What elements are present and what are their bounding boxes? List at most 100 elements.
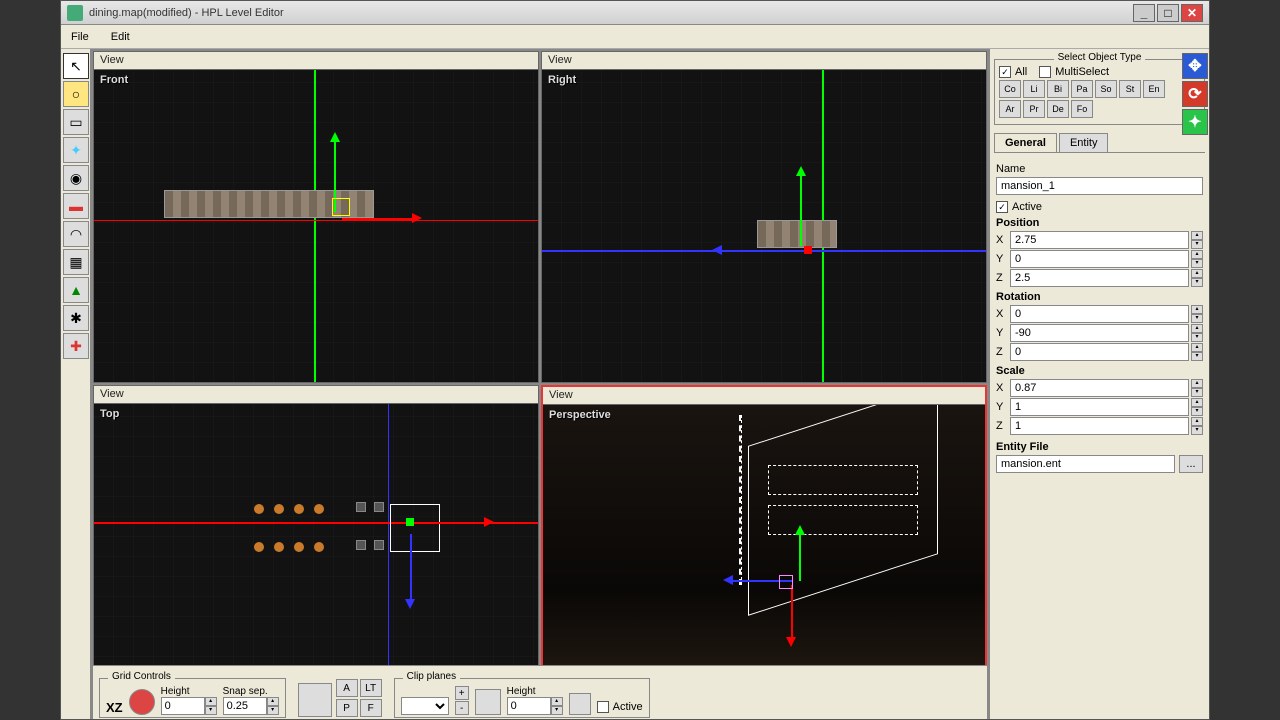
- focus-button[interactable]: [298, 683, 332, 717]
- viewport-header[interactable]: View: [543, 387, 985, 405]
- spin-down[interactable]: ▾: [1191, 352, 1203, 361]
- property-tabs: General Entity: [994, 133, 1205, 153]
- viewport-header[interactable]: View: [94, 52, 538, 70]
- toggle-f[interactable]: F: [360, 699, 382, 717]
- box-tool[interactable]: ▭: [63, 109, 89, 135]
- spin-up[interactable]: ▴: [1191, 398, 1203, 407]
- sound-tool[interactable]: ◉: [63, 165, 89, 191]
- scale-x[interactable]: [1010, 379, 1189, 397]
- spin-up[interactable]: ▴: [1191, 417, 1203, 426]
- rot-z[interactable]: [1010, 343, 1189, 361]
- window-title: dining.map(modified) - HPL Level Editor: [89, 7, 1133, 19]
- clip-plane-select[interactable]: [401, 697, 449, 715]
- browse-button[interactable]: ...: [1179, 455, 1203, 473]
- scale-y[interactable]: [1010, 398, 1189, 416]
- viewport-canvas-right[interactable]: Right: [542, 70, 986, 382]
- filter-li[interactable]: Li: [1023, 80, 1045, 98]
- tab-general[interactable]: General: [994, 133, 1057, 152]
- spin-up[interactable]: ▴: [1191, 324, 1203, 333]
- toggle-lt[interactable]: LT: [360, 679, 382, 697]
- tab-entity[interactable]: Entity: [1059, 133, 1109, 152]
- rot-y[interactable]: [1010, 324, 1189, 342]
- light-tool[interactable]: ○: [63, 81, 89, 107]
- general-panel: Name ✓ Active Position X▴▾ Y▴▾ Z▴▾ Rotat…: [994, 155, 1205, 477]
- clip-flip[interactable]: [569, 693, 591, 715]
- spin-down[interactable]: ▾: [1191, 426, 1203, 435]
- joint-tool[interactable]: ✱: [63, 305, 89, 331]
- clip-add[interactable]: +: [455, 686, 469, 700]
- filter-bi[interactable]: Bi: [1047, 80, 1069, 98]
- viewport-header[interactable]: View: [542, 52, 986, 70]
- select-tool[interactable]: ↖: [63, 53, 89, 79]
- filter-ar[interactable]: Ar: [999, 100, 1021, 118]
- viewport-canvas-front[interactable]: Front: [94, 70, 538, 382]
- pos-x[interactable]: [1010, 231, 1189, 249]
- toggle-a[interactable]: A: [336, 679, 358, 697]
- spin-up[interactable]: ▴: [1191, 379, 1203, 388]
- scale-z[interactable]: [1010, 417, 1189, 435]
- decal-tool[interactable]: ▬: [63, 193, 89, 219]
- close-button[interactable]: ✕: [1181, 4, 1203, 22]
- name-field[interactable]: [996, 177, 1203, 195]
- clip-height-field[interactable]: [507, 697, 551, 715]
- spin-up[interactable]: ▴: [1191, 250, 1203, 259]
- clip-planes-title: Clip planes: [403, 671, 460, 682]
- filter-co[interactable]: Co: [999, 80, 1021, 98]
- pos-y[interactable]: [1010, 250, 1189, 268]
- billboard-tool[interactable]: ▲: [63, 277, 89, 303]
- spin-up[interactable]: ▴: [1191, 231, 1203, 240]
- grid-plane-toggle[interactable]: XZ: [106, 700, 123, 715]
- spin-down[interactable]: ▾: [1191, 240, 1203, 249]
- rot-x[interactable]: [1010, 305, 1189, 323]
- grid-height-field[interactable]: [161, 697, 205, 715]
- menu-file[interactable]: File: [67, 29, 93, 45]
- viewport-right[interactable]: View Right: [541, 51, 987, 383]
- object-type-title: Select Object Type: [1054, 52, 1146, 63]
- toggle-p[interactable]: P: [336, 699, 358, 717]
- active-checkbox[interactable]: ✓: [996, 201, 1008, 213]
- transform-buttons: ✥ ⟳ ✦: [1182, 53, 1208, 135]
- spin-up[interactable]: ▴: [1191, 305, 1203, 314]
- filter-fo[interactable]: Fo: [1071, 100, 1093, 118]
- all-checkbox[interactable]: ✓: [999, 66, 1011, 78]
- multiselect-checkbox[interactable]: [1039, 66, 1051, 78]
- clip-remove[interactable]: -: [455, 701, 469, 715]
- menu-edit[interactable]: Edit: [107, 29, 134, 45]
- filter-pa[interactable]: Pa: [1071, 80, 1093, 98]
- minimize-button[interactable]: _: [1133, 4, 1155, 22]
- viewport-header[interactable]: View: [94, 386, 538, 404]
- grid-snap-field[interactable]: [223, 697, 267, 715]
- spin-down[interactable]: ▾: [1191, 333, 1203, 342]
- filter-pr[interactable]: Pr: [1023, 100, 1045, 118]
- spin-down[interactable]: ▾: [1191, 314, 1203, 323]
- grid-snap-toggle[interactable]: [129, 689, 155, 715]
- multiselect-label: MultiSelect: [1055, 66, 1109, 78]
- pos-z[interactable]: [1010, 269, 1189, 287]
- filter-so[interactable]: So: [1095, 80, 1117, 98]
- grid-controls-group: Grid Controls XZ Height ▴▾ Snap sep. ▴▾: [99, 678, 286, 718]
- particle-tool[interactable]: ✦: [63, 137, 89, 163]
- area-tool[interactable]: ▦: [63, 249, 89, 275]
- viewport-label-front: Front: [100, 74, 128, 86]
- spin-down[interactable]: ▾: [1191, 259, 1203, 268]
- spin-down[interactable]: ▾: [1191, 407, 1203, 416]
- spin-up[interactable]: ▴: [1191, 269, 1203, 278]
- move-button[interactable]: ✥: [1182, 53, 1208, 79]
- spin-down[interactable]: ▾: [1191, 278, 1203, 287]
- rotate-button[interactable]: ⟳: [1182, 81, 1208, 107]
- spin-down[interactable]: ▾: [1191, 388, 1203, 397]
- clip-active-checkbox[interactable]: [597, 701, 609, 713]
- fog-tool[interactable]: ◠: [63, 221, 89, 247]
- entityfile-field[interactable]: [996, 455, 1175, 473]
- viewport-front[interactable]: View Front: [93, 51, 539, 383]
- viewport-grid: View Front View Right: [91, 49, 989, 719]
- filter-st[interactable]: St: [1119, 80, 1141, 98]
- viewport-label-right: Right: [548, 74, 576, 86]
- filter-de[interactable]: De: [1047, 100, 1069, 118]
- compound-tool[interactable]: ✚: [63, 333, 89, 359]
- clip-preview[interactable]: [475, 689, 501, 715]
- filter-en[interactable]: En: [1143, 80, 1165, 98]
- maximize-button[interactable]: □: [1157, 4, 1179, 22]
- spin-up[interactable]: ▴: [1191, 343, 1203, 352]
- scale-button[interactable]: ✦: [1182, 109, 1208, 135]
